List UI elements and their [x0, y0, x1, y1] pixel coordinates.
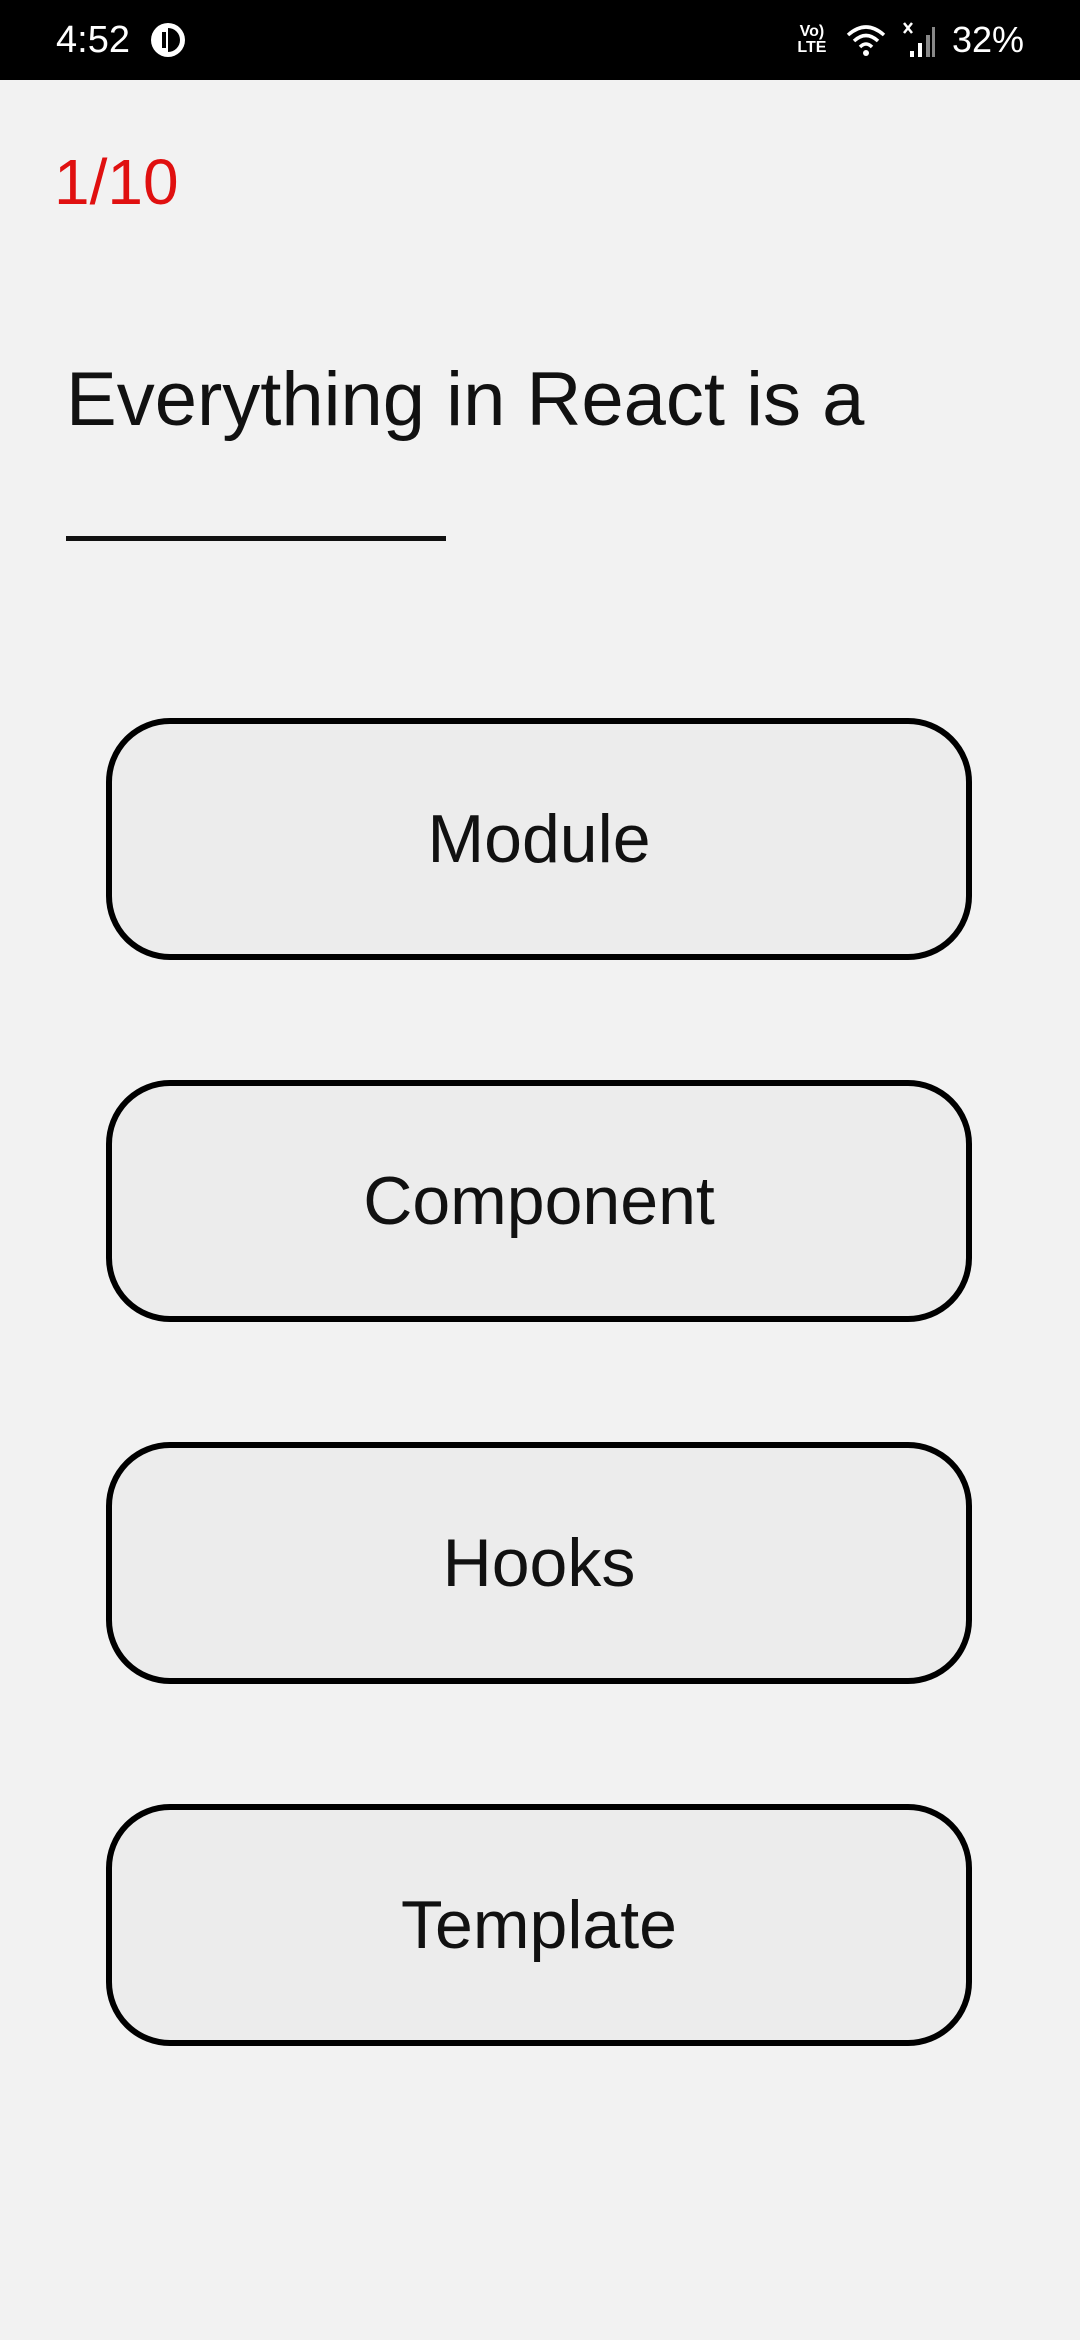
status-time: 4:52	[56, 19, 130, 61]
option-button-template[interactable]: Template	[106, 1804, 972, 2046]
answer-blank	[66, 536, 446, 541]
status-bar: 4:52 Vo) LTE 32%	[0, 0, 1080, 80]
wifi-icon	[846, 25, 886, 56]
volte-icon: Vo) LTE	[797, 23, 827, 56]
status-icons: Vo) LTE 32%	[794, 18, 1024, 62]
option-button-module[interactable]: Module	[106, 718, 972, 960]
question-text: Everything in React is a	[66, 357, 865, 442]
app-notification-icon	[151, 23, 185, 57]
option-button-component[interactable]: Component	[106, 1080, 972, 1322]
question-counter: 1/10	[54, 146, 179, 218]
battery-level: 32%	[951, 19, 1024, 60]
option-button-hooks[interactable]: Hooks	[106, 1442, 972, 1684]
cell-signal-icon	[902, 22, 935, 57]
